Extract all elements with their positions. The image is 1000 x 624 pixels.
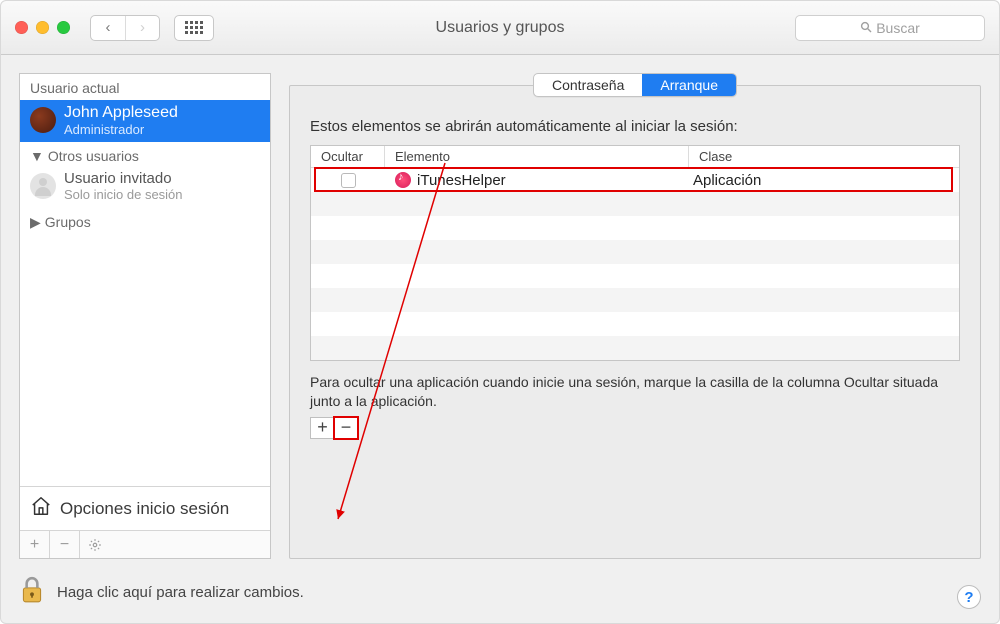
- minimize-icon[interactable]: [36, 21, 49, 34]
- nav-buttons[interactable]: ‹ ›: [90, 15, 160, 41]
- traffic-lights[interactable]: [15, 21, 70, 34]
- other-users-disclosure[interactable]: ▼ Otros usuarios: [20, 142, 270, 168]
- column-element[interactable]: Elemento: [385, 146, 689, 167]
- forward-button: ›: [125, 16, 159, 40]
- current-user-label: Usuario actual: [20, 74, 270, 100]
- search-input[interactable]: Buscar: [795, 15, 985, 41]
- row-name: iTunesHelper: [417, 172, 506, 189]
- user-name: John Appleseed: [64, 104, 178, 122]
- sidebar-item-current-user[interactable]: John Appleseed Administrador: [20, 100, 270, 142]
- chevron-right-icon: ▶: [30, 214, 41, 231]
- zoom-icon[interactable]: [57, 21, 70, 34]
- lock-icon[interactable]: [19, 575, 45, 609]
- login-items-table: Ocultar Elemento Clase iTunesHelper Apli…: [310, 145, 960, 361]
- add-item-button[interactable]: +: [310, 417, 334, 439]
- table-row[interactable]: iTunesHelper Aplicación: [311, 168, 959, 192]
- tab-password[interactable]: Contraseña: [534, 74, 642, 96]
- column-class[interactable]: Clase: [689, 146, 959, 167]
- remove-item-button[interactable]: −: [334, 417, 358, 439]
- show-all-button[interactable]: [174, 15, 214, 41]
- chevron-down-icon: ▼: [30, 148, 44, 164]
- back-button[interactable]: ‹: [91, 16, 125, 40]
- login-options-label: Opciones inicio sesión: [60, 499, 229, 519]
- tab-startup[interactable]: Arranque: [642, 74, 736, 96]
- other-users-label: Otros usuarios: [48, 148, 139, 164]
- login-options-button[interactable]: Opciones inicio sesión: [20, 486, 270, 530]
- lock-text[interactable]: Haga clic aquí para realizar cambios.: [57, 584, 304, 601]
- search-placeholder: Buscar: [876, 20, 920, 36]
- house-icon: [30, 495, 52, 522]
- gear-icon: [80, 531, 110, 558]
- close-icon[interactable]: [15, 21, 28, 34]
- help-button[interactable]: ?: [957, 585, 981, 609]
- hide-hint: Para ocultar una aplicación cuando inici…: [310, 373, 960, 411]
- add-user-button: +: [20, 531, 50, 558]
- avatar: [30, 107, 56, 133]
- users-sidebar: Usuario actual John Appleseed Administra…: [19, 73, 271, 559]
- guest-name: Usuario invitado: [64, 170, 183, 187]
- column-hide[interactable]: Ocultar: [311, 146, 385, 167]
- guest-avatar-icon: [30, 173, 56, 199]
- user-role: Administrador: [64, 122, 178, 137]
- remove-user-button: −: [50, 531, 80, 558]
- tab-selector[interactable]: Contraseña Arranque: [533, 73, 737, 97]
- groups-disclosure[interactable]: ▶ Grupos: [20, 208, 270, 235]
- row-class: Aplicación: [689, 172, 959, 189]
- itunes-icon: [395, 172, 411, 188]
- guest-sub: Solo inicio de sesión: [64, 187, 183, 202]
- search-icon: [860, 20, 872, 36]
- login-items-description: Estos elementos se abrirán automáticamen…: [310, 118, 960, 135]
- sidebar-item-guest[interactable]: Usuario invitado Solo inicio de sesión: [20, 168, 270, 208]
- grid-icon: [185, 21, 203, 34]
- groups-label: Grupos: [45, 214, 91, 230]
- hide-checkbox[interactable]: [341, 173, 356, 188]
